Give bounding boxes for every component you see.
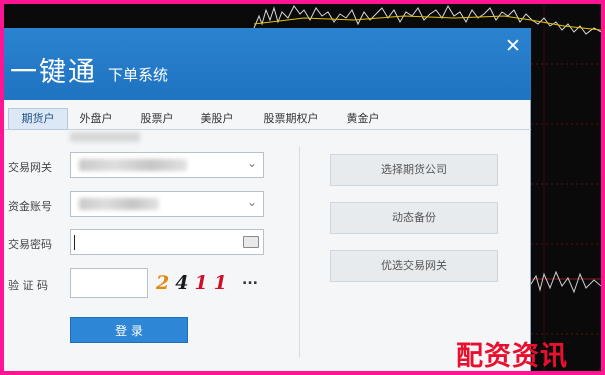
captcha-char: 4 [175, 272, 195, 294]
trading-gateway-label: 交易网关 [8, 161, 52, 174]
account-type-tabs: 期货户 外盘户 股票户 美股户 股票期权户 黄金户 [4, 108, 531, 130]
blurred-value [79, 198, 159, 210]
tab-futures[interactable]: 期货户 [8, 108, 68, 130]
chevron-down-icon[interactable]: ⌄ [247, 156, 257, 170]
watermark-text: 配资资讯 [456, 341, 568, 371]
tab-us-stock[interactable]: 美股户 [190, 108, 244, 130]
blurred-info [70, 132, 140, 142]
captcha-image[interactable]: 2411 [156, 272, 233, 294]
account-label: 资金账号 [8, 200, 52, 213]
captcha-char: 1 [213, 272, 233, 294]
tab-external[interactable]: 外盘户 [70, 108, 122, 130]
trading-gateway-select[interactable]: ⌄ [70, 152, 264, 178]
tab-stock-options[interactable]: 股票期权户 [252, 108, 330, 130]
login-dialog: 一键通 下单系统 ✕ 期货户 外盘户 股票户 美股户 股票期权户 黄金户 交易网… [4, 28, 531, 371]
dialog-titlebar[interactable]: 一键通 下单系统 ✕ [4, 28, 531, 100]
text-caret [74, 235, 75, 250]
divider [299, 146, 300, 358]
password-label: 交易密码 [8, 238, 52, 251]
close-icon[interactable]: ✕ [503, 36, 523, 56]
blurred-value [79, 159, 187, 171]
screenshot-frame: 一键通 下单系统 ✕ 期货户 外盘户 股票户 美股户 股票期权户 黄金户 交易网… [4, 4, 601, 371]
captcha-char: 1 [194, 272, 214, 294]
app-subtitle: 下单系统 [108, 66, 169, 84]
account-select[interactable]: ⌄ [70, 191, 264, 217]
captcha-input[interactable] [70, 268, 148, 298]
dynamic-backup-button[interactable]: 动态备份 [330, 202, 498, 234]
password-input[interactable] [70, 229, 264, 255]
captcha-label: 验 证 码 [8, 279, 48, 292]
select-broker-button[interactable]: 选择期货公司 [330, 154, 498, 186]
tab-stock[interactable]: 股票户 [130, 108, 184, 130]
preferred-gateway-button[interactable]: 优选交易网关 [330, 250, 498, 282]
login-button[interactable]: 登 录 [70, 317, 188, 343]
tab-gold[interactable]: 黄金户 [336, 108, 390, 130]
chevron-down-icon[interactable]: ⌄ [247, 195, 257, 209]
captcha-refresh-link[interactable]: ... [242, 272, 258, 288]
captcha-char: 2 [156, 272, 176, 294]
keyboard-icon[interactable] [243, 236, 259, 248]
app-title: 一键通 [10, 57, 97, 88]
